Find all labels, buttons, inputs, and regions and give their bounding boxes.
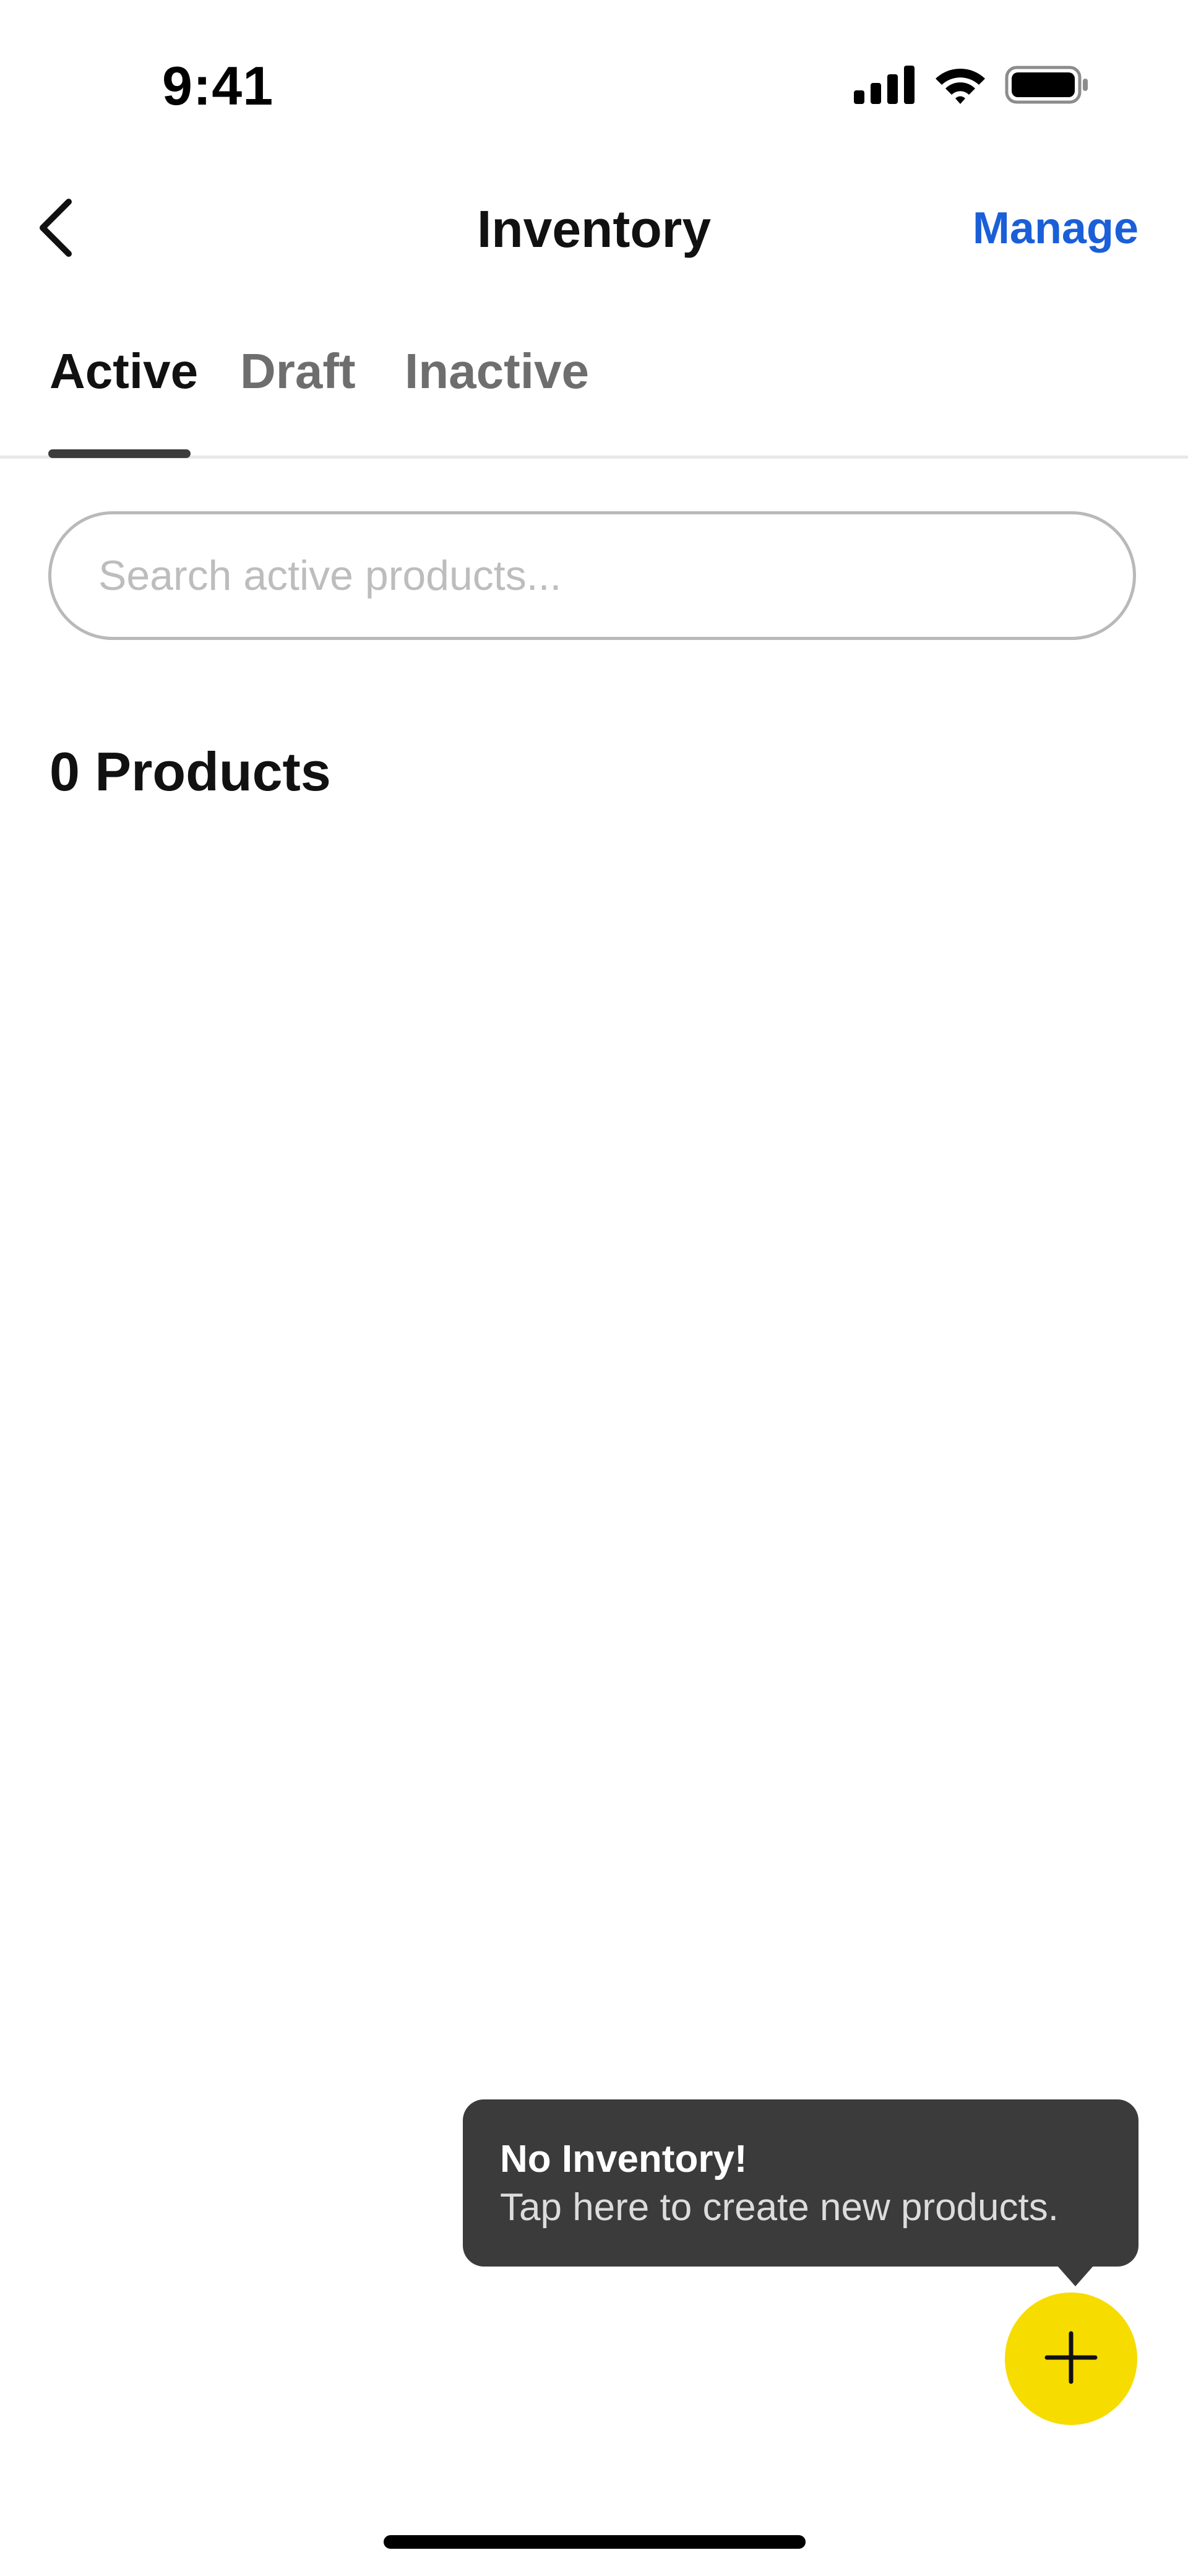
- search-input[interactable]: [97, 551, 1133, 600]
- product-count: 0 Products: [50, 741, 331, 802]
- status-time: 9:41: [162, 55, 274, 116]
- tab-active[interactable]: Active: [50, 343, 198, 400]
- battery-icon: [1005, 66, 1089, 107]
- search-field: [48, 511, 1136, 640]
- navigation-bar: Inventory Manage: [0, 173, 1188, 285]
- plus-icon: [1044, 2331, 1098, 2387]
- cellular-signal-icon: [854, 66, 916, 107]
- manage-button[interactable]: Manage: [973, 203, 1138, 254]
- add-product-button[interactable]: [1005, 2293, 1137, 2425]
- tab-draft[interactable]: Draft: [240, 343, 356, 400]
- inventory-screen: 9:41 Inventory Manage Active Draft Inact…: [0, 0, 1188, 2576]
- status-icons: [854, 65, 1089, 108]
- tooltip-arrow: [1057, 2265, 1094, 2286]
- tab-inactive[interactable]: Inactive: [405, 343, 589, 400]
- wifi-icon: [933, 65, 988, 108]
- empty-inventory-tooltip: No Inventory! Tap here to create new pro…: [463, 2099, 1138, 2267]
- tooltip-title: No Inventory!: [500, 2138, 747, 2181]
- status-tabs: Active Draft Inactive: [0, 334, 1188, 459]
- status-bar: 9:41: [0, 0, 1188, 155]
- home-indicator[interactable]: [384, 2535, 806, 2549]
- tab-selected-indicator: [48, 449, 191, 458]
- tooltip-body: Tap here to create new products.: [500, 2185, 1059, 2229]
